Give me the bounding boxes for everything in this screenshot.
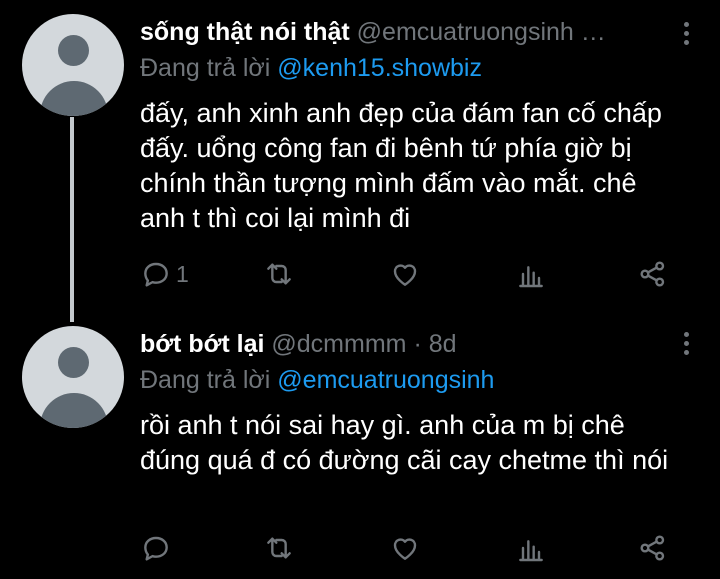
replying-to-mention[interactable]: @emcuatruongsinh [277, 366, 494, 394]
tweet-actions [140, 528, 680, 568]
tweet-text: đấy, anh xinh anh đẹp của đám fan cố chấ… [140, 98, 662, 233]
avatar-head-shape [58, 347, 89, 378]
share-button[interactable] [637, 528, 669, 568]
display-name[interactable]: sống thật nói thật [140, 18, 350, 46]
more-options-icon[interactable] [684, 332, 690, 359]
analytics-icon [519, 540, 543, 562]
tweet-time[interactable]: 8d [429, 330, 457, 358]
tweet-content: sống thật nói thật @emcuatruongsinh … Đa… [140, 14, 672, 236]
share-icon [640, 261, 665, 287]
thread-connector-line [70, 117, 74, 322]
avatar-body-shape [40, 393, 108, 428]
tweet-header: sống thật nói thật @emcuatruongsinh … [140, 14, 672, 50]
tweet-content: bớt bớt lại @dcmmmm · 8d Đang trả lời @e… [140, 326, 672, 478]
analytics-button[interactable] [515, 528, 547, 568]
avatar[interactable] [22, 14, 124, 116]
reply-icon [144, 536, 168, 561]
replying-to-label: Đang trả lời [140, 366, 271, 394]
retweet-icon [267, 263, 291, 285]
like-icon [393, 538, 417, 560]
like-button[interactable] [389, 254, 421, 294]
tweet-header: bớt bớt lại @dcmmmm · 8d [140, 326, 672, 362]
reply-count: 1 [176, 260, 189, 287]
share-button[interactable] [637, 254, 669, 294]
share-icon [640, 535, 665, 561]
tweet[interactable]: bớt bớt lại @dcmmmm · 8d Đang trả lời @e… [0, 318, 720, 579]
replying-to-mention[interactable]: @kenh15.showbiz [277, 54, 482, 82]
replying-to-label: Đang trả lời [140, 54, 271, 82]
reply-button[interactable]: 1 [140, 254, 189, 294]
tweet-actions: 1 [140, 254, 680, 294]
reply-icon [144, 262, 168, 287]
user-handle[interactable]: @emcuatruongsinh … [357, 18, 606, 46]
replying-to: Đang trả lời @kenh15.showbiz [140, 50, 672, 86]
separator-dot: · [413, 330, 422, 358]
tweet[interactable]: sống thật nói thật @emcuatruongsinh … Đa… [0, 0, 720, 322]
retweet-icon [267, 537, 291, 559]
replying-to: Đang trả lời @emcuatruongsinh [140, 362, 672, 398]
like-icon [393, 264, 417, 286]
reply-button[interactable] [140, 528, 172, 568]
analytics-button[interactable] [515, 254, 547, 294]
avatar-head-shape [58, 35, 89, 66]
like-button[interactable] [389, 528, 421, 568]
retweet-button[interactable] [263, 254, 295, 294]
avatar[interactable] [22, 326, 124, 428]
display-name[interactable]: bớt bớt lại [140, 330, 264, 358]
retweet-button[interactable] [263, 528, 295, 568]
user-handle[interactable]: @dcmmmm [271, 330, 406, 358]
more-options-icon[interactable] [684, 22, 690, 49]
avatar-body-shape [40, 81, 108, 116]
tweet-text: rồi anh t nói sai hay gì. anh của m bị c… [140, 410, 669, 475]
analytics-icon [519, 266, 543, 288]
